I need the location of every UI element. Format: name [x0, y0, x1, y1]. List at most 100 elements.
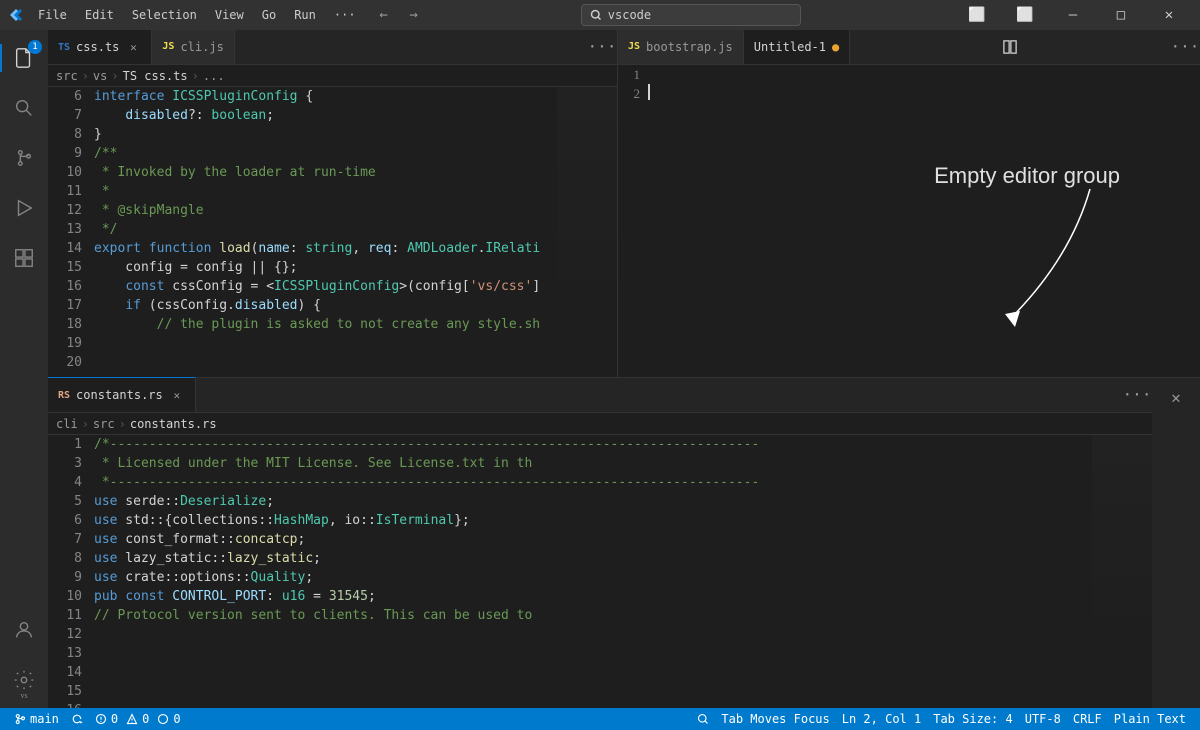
warning-count: 0: [142, 712, 149, 726]
title-search-area: vscode: [434, 4, 948, 26]
activity-extensions[interactable]: [0, 234, 48, 282]
status-line-ending[interactable]: CRLF: [1067, 708, 1108, 730]
notification-count: 0: [173, 712, 180, 726]
tab-more-left[interactable]: ···: [587, 30, 617, 64]
menu-view[interactable]: View: [207, 6, 252, 24]
left-editor-group: TS css.ts ✕ JS cli.js ··· src › vs: [48, 30, 618, 377]
position-label: Ln 2, Col 1: [842, 712, 921, 726]
tab-css-ts[interactable]: TS css.ts ✕: [48, 30, 152, 64]
right-more-menu[interactable]: ···: [1170, 30, 1200, 64]
status-branch[interactable]: main: [8, 708, 65, 730]
bottom-more-menu[interactable]: ···: [1122, 377, 1152, 412]
branch-name: main: [30, 712, 59, 726]
tab-constants-rs[interactable]: RS constants.rs ✕: [48, 377, 196, 412]
left-code-area[interactable]: 6 7 8 9 10 11 12 13 14 15 16 17: [48, 87, 617, 377]
activity-settings[interactable]: vs: [0, 656, 48, 704]
bottom-code-area[interactable]: 1 3 4 5 6 7 8 9 10 11 12 13 14: [48, 435, 1152, 708]
menu-run[interactable]: Run: [286, 6, 324, 24]
minimize-button[interactable]: —: [1050, 0, 1096, 30]
menu-selection[interactable]: Selection: [124, 6, 205, 24]
empty-editor-content[interactable]: 1 2 Empty editor group: [618, 65, 1200, 377]
tab-close-constants[interactable]: ✕: [169, 387, 185, 403]
tab-label-bootstrap: bootstrap.js: [646, 40, 733, 54]
status-search[interactable]: [691, 708, 715, 730]
editor-groups: TS css.ts ✕ JS cli.js ··· src › vs: [48, 30, 1200, 708]
magnify-icon: [697, 713, 709, 725]
right-tab-bar: JS bootstrap.js Untitled-1 ●: [618, 30, 1200, 65]
bottom-close-button[interactable]: ✕: [1152, 378, 1200, 708]
bottom-breadcrumb: cli › src › constants.rs: [48, 413, 1152, 435]
activity-explorer[interactable]: 1: [0, 34, 48, 82]
branch-icon: [14, 713, 26, 725]
bottom-tab-bar: RS constants.rs ✕ ···: [48, 378, 1152, 413]
back-arrow[interactable]: ←: [370, 1, 398, 29]
breadcrumb-src: src: [56, 69, 78, 83]
left-breadcrumb: src › vs › TS css.ts › ...: [48, 65, 617, 87]
bottom-split: RS constants.rs ✕ ··· cli › src › consta…: [48, 378, 1200, 708]
bottom-code-content: /*--------------------------------------…: [90, 435, 1092, 708]
annotation-arrow: [890, 159, 1150, 359]
left-tab-bar: TS css.ts ✕ JS cli.js ···: [48, 30, 617, 65]
bottom-line-numbers: 1 3 4 5 6 7 8 9 10 11 12 13 14: [48, 435, 90, 708]
status-tab-size[interactable]: Tab Size: 4: [927, 708, 1018, 730]
activity-scm[interactable]: [0, 134, 48, 182]
tab-untitled-1[interactable]: Untitled-1 ●: [744, 30, 850, 64]
app-icon: [8, 7, 24, 23]
menu-more[interactable]: ···: [326, 6, 364, 24]
settings-label: vs: [20, 691, 27, 700]
left-minimap: [557, 87, 617, 377]
nav-arrows: ← →: [370, 1, 428, 29]
status-right: Tab Moves Focus Ln 2, Col 1 Tab Size: 4 …: [691, 708, 1192, 730]
close-button[interactable]: ✕: [1146, 0, 1192, 30]
tab-close-css-ts[interactable]: ✕: [125, 39, 141, 55]
tab-cli-js[interactable]: JS cli.js: [152, 30, 234, 64]
activity-run[interactable]: [0, 184, 48, 232]
tab-label: css.ts: [76, 40, 119, 54]
language-label: Plain Text: [1114, 712, 1186, 726]
layout-icon-2[interactable]: ⬜: [1002, 0, 1048, 30]
js-icon: JS: [162, 41, 174, 52]
js-icon-bootstrap: JS: [628, 41, 640, 52]
account-icon: [13, 619, 35, 641]
tab-bootstrap-js[interactable]: JS bootstrap.js: [618, 30, 744, 64]
window-controls: ⬜ ⬜ — □ ✕: [954, 0, 1192, 30]
left-line-numbers: 6 7 8 9 10 11 12 13 14 15 16 17: [48, 87, 90, 377]
error-count: 0: [111, 712, 118, 726]
activity-search[interactable]: [0, 84, 48, 132]
menu-edit[interactable]: Edit: [77, 6, 122, 24]
search-icon: [590, 9, 602, 21]
maximize-button[interactable]: □: [1098, 0, 1144, 30]
activity-account[interactable]: [0, 606, 48, 654]
menu-go[interactable]: Go: [254, 6, 284, 24]
status-tab-moves[interactable]: Tab Moves Focus: [715, 708, 835, 730]
tab-label-untitled: Untitled-1: [754, 40, 826, 54]
editor-area: TS css.ts ✕ JS cli.js ··· src › vs: [48, 30, 1200, 708]
activity-bar: 1: [0, 30, 48, 708]
status-language[interactable]: Plain Text: [1108, 708, 1192, 730]
explorer-badge: 1: [28, 40, 42, 54]
menu-file[interactable]: File: [30, 6, 75, 24]
status-sync[interactable]: [65, 708, 89, 730]
layout-icon[interactable]: ⬜: [954, 0, 1000, 30]
status-position[interactable]: Ln 2, Col 1: [836, 708, 927, 730]
split-icon: [1003, 40, 1017, 54]
status-encoding[interactable]: UTF-8: [1019, 708, 1067, 730]
git-icon: [13, 147, 35, 169]
search-box[interactable]: vscode: [581, 4, 801, 26]
right-editor-group: JS bootstrap.js Untitled-1 ●: [618, 30, 1200, 377]
breadcrumb-src: src: [93, 417, 115, 431]
extensions-icon: [13, 247, 35, 269]
tab-size-label: Tab Size: 4: [933, 712, 1012, 726]
rs-icon: RS: [58, 390, 70, 401]
tab-moves-label: Tab Moves Focus: [721, 712, 829, 726]
status-errors[interactable]: 0 0 0: [89, 708, 187, 730]
search-input-label: vscode: [608, 8, 651, 22]
encoding-label: UTF-8: [1025, 712, 1061, 726]
breadcrumb-ts: TS css.ts: [123, 69, 188, 83]
right-editor-split[interactable]: [995, 30, 1025, 64]
forward-arrow[interactable]: →: [400, 1, 428, 29]
warning-icon: [126, 713, 138, 725]
title-bar: File Edit Selection View Go Run ··· ← → …: [0, 0, 1200, 30]
status-bar: main 0 0 0 Tab Moves Focu: [0, 708, 1200, 730]
bottom-editor-group: RS constants.rs ✕ ··· cli › src › consta…: [48, 378, 1152, 708]
